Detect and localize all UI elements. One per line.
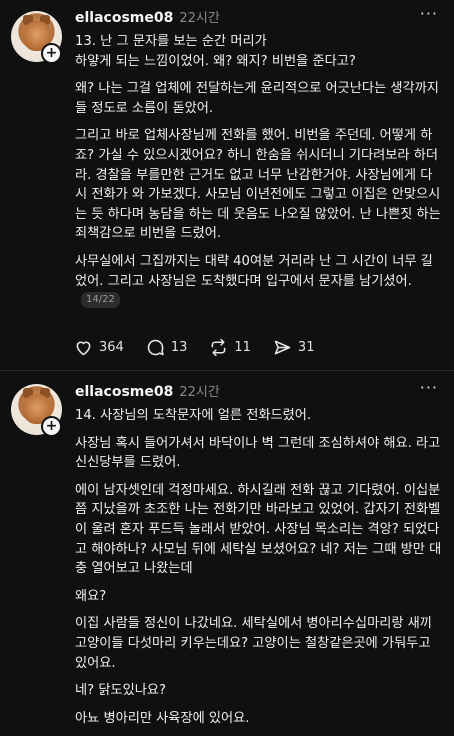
follow-plus-icon[interactable]: + (41, 43, 62, 64)
thread-post: + ellacosme08 22시간 ··· 13. 난 그 문자를 보는 순간… (0, 0, 454, 370)
post-paragraph: 왜? 나는 그걸 업체에 전달하는게 윤리적으로 어긋난다는 생각까지 들 정도… (75, 81, 439, 116)
comment-count: 13 (170, 340, 188, 355)
post-paragraph: 그리고 바로 업체사장님께 전화를 했어. 비번을 주던데. 어떻게 하죠? 가… (75, 128, 441, 242)
like-count: 364 (99, 340, 124, 355)
post-paragraph: 왜요? (75, 588, 107, 604)
more-options-icon[interactable]: ··· (420, 4, 438, 23)
post-paragraph: 에이 남자셋인데 걱정마세요. 하시길래 전화 끊고 기다렸어. 이십분쯤 지났… (75, 482, 442, 577)
heart-icon (76, 341, 91, 356)
post-paragraph-text: 사무실에서 그집까지는 대략 40여분 거리라 난 그 시간이 너무 길었어. … (75, 253, 433, 289)
repost-button[interactable]: 11 (208, 337, 251, 358)
share-count: 31 (297, 340, 315, 355)
like-button[interactable]: 364 (73, 337, 124, 358)
comment-icon (147, 339, 164, 356)
send-icon (274, 340, 291, 355)
follow-plus-icon[interactable]: + (41, 416, 62, 437)
repost-count: 11 (234, 340, 251, 355)
post-paragraph: 네? 닭도있나요? (75, 683, 166, 699)
post-paragraph: 사장님 혹시 들어가셔서 바닥이나 벽 그런데 조심하셔야 해요. 라고 신신당… (75, 435, 441, 471)
username[interactable]: ellacosme08 (75, 384, 173, 400)
post-paragraph: 아뇨 병아리만 사육장에 있어요. (75, 710, 250, 726)
post-paragraph: 사무실에서 그집까지는 대략 40여분 거리라 난 그 시간이 너무 길었어. … (75, 252, 444, 311)
post-header: ellacosme08 22시간 (75, 381, 220, 400)
username[interactable]: ellacosme08 (75, 10, 173, 26)
post-paragraph: 14. 사장님의 도착문자에 얼른 전화드렸어. (75, 408, 312, 423)
post-time: 22시간 (179, 385, 220, 400)
thread-post: + ellacosme08 22시간 ··· 14. 사장님의 도착문자에 얼른… (0, 371, 454, 727)
post-content: 13. 난 그 문자를 보는 순간 머리가 하얗게 되는 느낌이었어. 왜? 왜… (75, 32, 444, 319)
comment-button[interactable]: 13 (145, 337, 188, 358)
share-button[interactable]: 31 (272, 337, 315, 358)
repost-icon (211, 338, 226, 357)
more-options-icon[interactable]: ··· (420, 378, 438, 397)
post-time: 22시간 (179, 11, 220, 26)
post-paragraph: 13. 난 그 문자를 보는 순간 머리가 하얗게 되는 느낌이었어. 왜? 왜… (75, 34, 356, 69)
page-badge: 14/22 (81, 292, 120, 309)
post-content: 14. 사장님의 도착문자에 얼른 전화드렸어. 사장님 혹시 들어가셔서 바닥… (75, 406, 444, 736)
post-header: ellacosme08 22시간 (75, 7, 220, 26)
action-bar: 364 13 11 31 (73, 337, 335, 358)
post-paragraph: 이집 사람들 정신이 나갔네요. 세탁실에서 병아리수십마리랑 새끼 고양이들 … (75, 616, 432, 671)
